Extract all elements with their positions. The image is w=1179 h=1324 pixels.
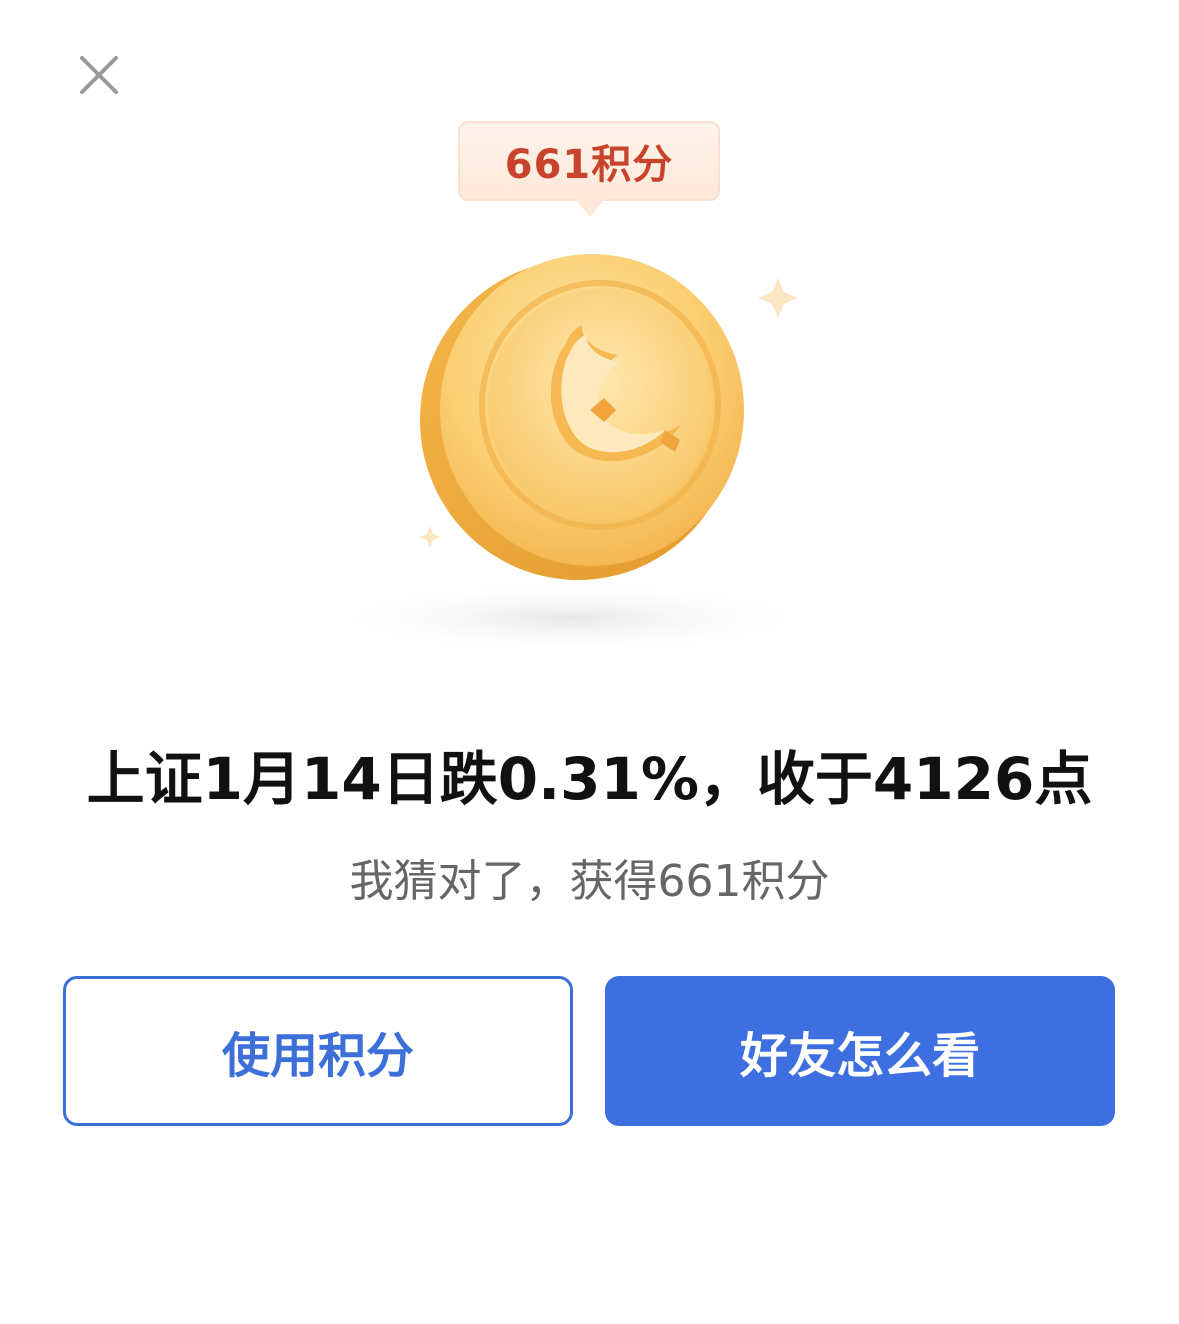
points-bubble-text: 661积分 [504,142,674,188]
result-headline: 上证1月14日跌0.31%，收于4126点 [86,745,1093,813]
coin-illustration [320,230,860,660]
use-points-label: 使用积分 [221,1028,414,1084]
friends-view-label: 好友怎么看 [739,1028,980,1084]
close-button[interactable] [74,50,124,100]
close-icon [80,56,118,94]
points-bubble: 661积分 [458,121,720,201]
use-points-button[interactable]: 使用积分 [63,976,573,1126]
gold-coin-icon [325,254,815,654]
friends-view-button[interactable]: 好友怎么看 [605,976,1115,1126]
bubble-tail [575,199,605,217]
result-subline: 我猜对了，获得661积分 [349,856,830,907]
